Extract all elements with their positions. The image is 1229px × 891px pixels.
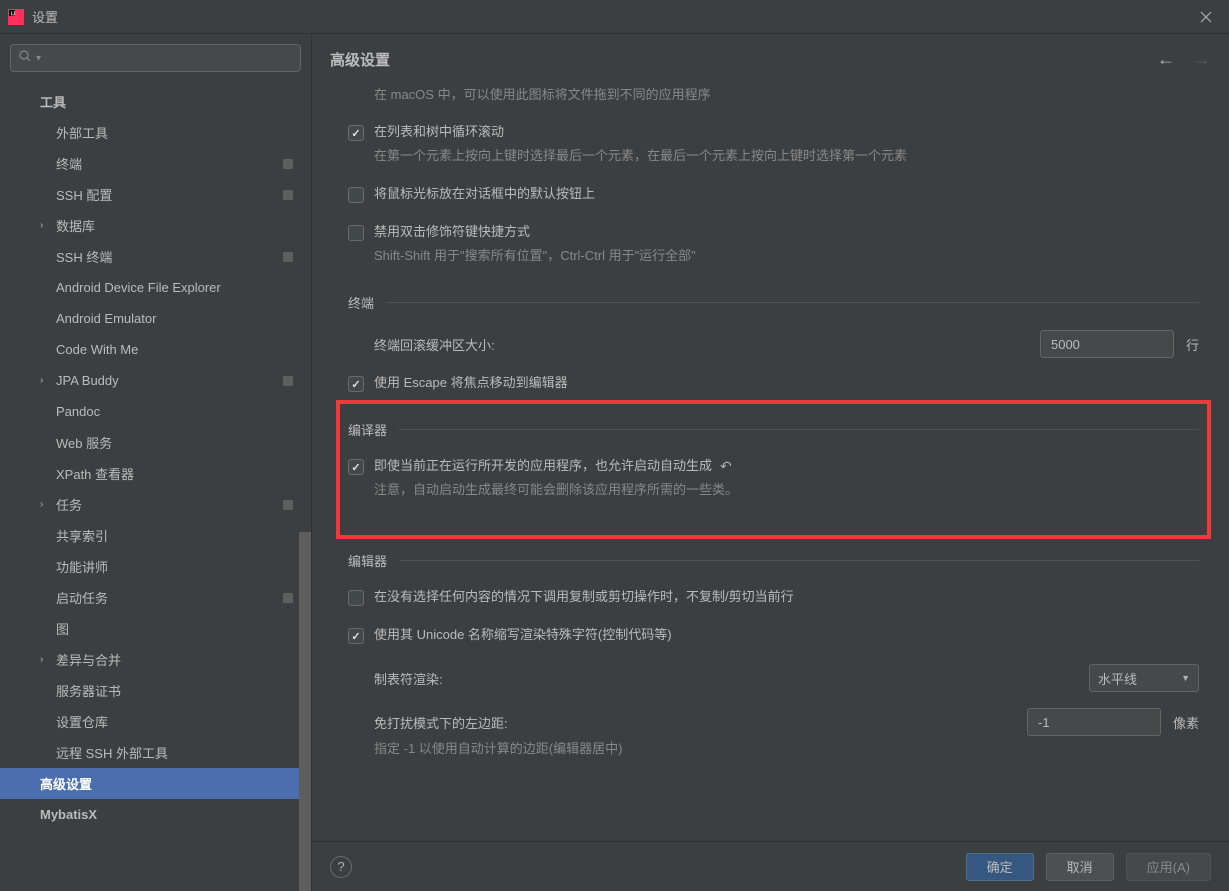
sidebar-item-remote-ssh-tools[interactable]: 远程 SSH 外部工具: [0, 737, 311, 768]
option-label: 使用 Escape 将焦点移动到编辑器: [374, 374, 1199, 392]
sidebar-item-server-cert[interactable]: 服务器证书: [0, 675, 311, 706]
option-unicode[interactable]: 使用其 Unicode 名称缩写渲染特殊字符(控制代码等): [348, 626, 1199, 644]
sidebar-item-advanced-settings[interactable]: 高级设置: [0, 768, 311, 799]
checkbox[interactable]: [348, 590, 364, 606]
option-label: 在列表和树中循环滚动: [374, 123, 1199, 141]
option-desc: 在 macOS 中，可以使用此图标将文件拖到不同的应用程序: [348, 84, 1199, 103]
content-body[interactable]: 在 macOS 中，可以使用此图标将文件拖到不同的应用程序 在列表和树中循环滚动…: [312, 84, 1229, 841]
help-icon[interactable]: ?: [330, 856, 352, 878]
margin-input[interactable]: [1027, 708, 1161, 736]
field-margin: 免打扰模式下的左边距: 像素: [348, 708, 1199, 736]
chevron-down-icon: ▼: [1181, 673, 1190, 683]
sidebar-item-pandoc[interactable]: Pandoc: [0, 396, 311, 427]
marker-icon: [283, 376, 293, 386]
section-compiler: 编译器: [348, 420, 1199, 439]
sidebar-item-android-explorer[interactable]: Android Device File Explorer: [0, 272, 311, 303]
chevron-right-icon: ›: [40, 220, 43, 231]
marker-icon: [283, 159, 293, 169]
option-desc: 在第一个元素上按向上键时选择最后一个元素，在最后一个元素上按向上键时选择第一个元…: [374, 147, 1199, 165]
chevron-right-icon: ›: [40, 654, 43, 665]
sidebar-item-diagrams[interactable]: 图: [0, 613, 311, 644]
option-nocopy[interactable]: 在没有选择任何内容的情况下调用复制或剪切操作时，不复制/剪切当前行: [348, 588, 1199, 606]
content-header: 高级设置 ← →: [312, 34, 1229, 84]
option-label: 将鼠标光标放在对话框中的默认按钮上: [374, 185, 1199, 203]
sidebar-item-tasks[interactable]: ›任务: [0, 489, 311, 520]
buffer-size-input[interactable]: [1040, 330, 1174, 358]
field-buffer-size: 终端回滚缓冲区大小: 行: [348, 330, 1199, 358]
sidebar-item-terminal[interactable]: 终端: [0, 148, 311, 179]
option-label: 禁用双击修饰符键快捷方式: [374, 223, 1199, 241]
sidebar-item-external-tools[interactable]: 外部工具: [0, 117, 311, 148]
marker-icon: [283, 252, 293, 262]
field-tab-render: 制表符渲染: 水平线 ▼: [348, 664, 1199, 692]
option-鼠标光标[interactable]: 将鼠标光标放在对话框中的默认按钮上: [348, 185, 1199, 203]
section-compiler-highlighted: 编译器 即使当前正在运行所开发的应用程序，也允许启动自动生成 ↶ 注意，自动启动…: [336, 400, 1211, 539]
option-循环滚动[interactable]: 在列表和树中循环滚动 在第一个元素上按向上键时选择最后一个元素，在最后一个元素上…: [348, 123, 1199, 165]
option-auto-build[interactable]: 即使当前正在运行所开发的应用程序，也允许启动自动生成 ↶ 注意，自动启动生成最终…: [348, 457, 1199, 499]
marker-icon: [283, 190, 293, 200]
sidebar-item-ssh-config[interactable]: SSH 配置: [0, 179, 311, 210]
checkbox[interactable]: [348, 225, 364, 241]
checkbox[interactable]: [348, 628, 364, 644]
checkbox[interactable]: [348, 376, 364, 392]
sidebar-tree: 工具 外部工具 终端 SSH 配置 ›数据库 SSH 终端 Android De…: [0, 82, 311, 891]
tab-render-select[interactable]: 水平线 ▼: [1089, 664, 1199, 692]
window-title: 设置: [32, 7, 58, 26]
marker-icon: [283, 593, 293, 603]
sidebar-item-tools[interactable]: 工具: [0, 86, 311, 117]
sidebar-item-diff-merge[interactable]: ›差异与合并: [0, 644, 311, 675]
chevron-right-icon: ›: [40, 375, 43, 386]
option-禁用快捷方式[interactable]: 禁用双击修饰符键快捷方式 Shift-Shift 用于"搜索所有位置"，Ctrl…: [348, 223, 1199, 265]
close-icon[interactable]: [1191, 2, 1221, 32]
option-desc: 注意，自动启动生成最终可能会删除该应用程序所需的一些类。: [374, 481, 1199, 499]
option-desc: Shift-Shift 用于"搜索所有位置"，Ctrl-Ctrl 用于"运行全部…: [374, 247, 1199, 265]
page-title: 高级设置: [330, 49, 390, 70]
titlebar: IJ 设置: [0, 0, 1229, 34]
marker-icon: [283, 500, 293, 510]
sidebar-item-startup-tasks[interactable]: 启动任务: [0, 582, 311, 613]
option-escape[interactable]: 使用 Escape 将焦点移动到编辑器: [348, 374, 1199, 392]
checkbox[interactable]: [348, 187, 364, 203]
ok-button[interactable]: 确定: [966, 853, 1034, 881]
checkbox[interactable]: [348, 459, 364, 475]
sidebar-item-ssh-terminal[interactable]: SSH 终端: [0, 241, 311, 272]
nav-back-icon[interactable]: ←: [1157, 49, 1175, 70]
search-dropdown-icon: ▾: [36, 53, 41, 64]
undo-icon[interactable]: ↶: [720, 457, 732, 475]
option-label: 使用其 Unicode 名称缩写渲染特殊字符(控制代码等): [374, 626, 1199, 644]
search-icon: [19, 50, 32, 66]
section-terminal: 终端: [348, 293, 1199, 312]
sidebar-item-jpa-buddy[interactable]: ›JPA Buddy: [0, 365, 311, 396]
nav-forward-icon: →: [1193, 49, 1211, 70]
sidebar-item-database[interactable]: ›数据库: [0, 210, 311, 241]
chevron-right-icon: ›: [40, 499, 43, 510]
sidebar: ▾ 工具 外部工具 终端 SSH 配置 ›数据库 SSH 终端 Android …: [0, 34, 312, 891]
sidebar-item-settings-repo[interactable]: 设置仓库: [0, 706, 311, 737]
field-desc: 指定 -1 以使用自动计算的边距(编辑器居中): [348, 738, 1199, 757]
section-editor: 编辑器: [348, 551, 1199, 570]
sidebar-item-mybatisx[interactable]: MybatisX: [0, 799, 311, 830]
footer: ? 确定 取消 应用(A): [312, 841, 1229, 891]
sidebar-item-shared-index[interactable]: 共享索引: [0, 520, 311, 551]
svg-text:IJ: IJ: [11, 11, 15, 17]
sidebar-item-web-services[interactable]: Web 服务: [0, 427, 311, 458]
app-icon: IJ: [8, 9, 24, 25]
sidebar-item-android-emulator[interactable]: Android Emulator: [0, 303, 311, 334]
search-input[interactable]: ▾: [10, 44, 301, 72]
sidebar-scrollbar[interactable]: [299, 532, 311, 891]
option-label: 即使当前正在运行所开发的应用程序，也允许启动自动生成 ↶: [374, 457, 1199, 475]
option-label: 在没有选择任何内容的情况下调用复制或剪切操作时，不复制/剪切当前行: [374, 588, 1199, 606]
sidebar-item-feature-trainer[interactable]: 功能讲师: [0, 551, 311, 582]
apply-button[interactable]: 应用(A): [1126, 853, 1211, 881]
sidebar-item-code-with-me[interactable]: Code With Me: [0, 334, 311, 365]
checkbox[interactable]: [348, 125, 364, 141]
sidebar-item-xpath[interactable]: XPath 查看器: [0, 458, 311, 489]
cancel-button[interactable]: 取消: [1046, 853, 1114, 881]
